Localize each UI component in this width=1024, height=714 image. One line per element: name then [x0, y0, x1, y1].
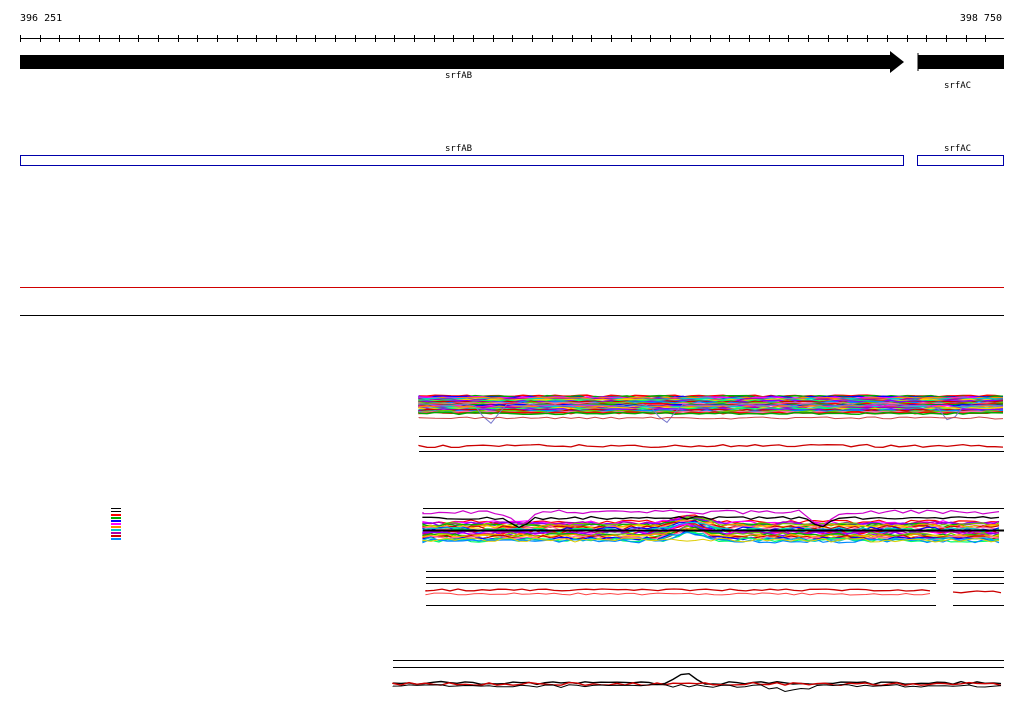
gene-track [20, 51, 1004, 73]
expression-track-3 [425, 571, 1004, 606]
annotation-label-srfab: srfAB [445, 144, 473, 154]
expression-track-4 [392, 660, 1004, 693]
legend-swatch [111, 535, 121, 537]
legend-swatch [111, 517, 121, 519]
legend-swatch [111, 526, 121, 528]
track-line [952, 590, 1002, 594]
legend-swatch [111, 514, 121, 516]
legend-swatch [111, 529, 121, 531]
track-line [425, 588, 931, 592]
legend-swatch [111, 511, 121, 512]
annotation-box-srfab[interactable] [20, 155, 904, 166]
legend-swatch [111, 532, 121, 534]
legend-swatch [111, 538, 121, 540]
track-line [418, 443, 1004, 449]
gene-label-srfac: srfAC [944, 81, 972, 91]
gene-arrow-srfab[interactable] [20, 51, 904, 73]
expression-track-2 [422, 508, 1004, 544]
genome-browser-canvas [20, 35, 1004, 693]
track-line [418, 416, 1004, 420]
annotation-box-srfac[interactable] [917, 155, 1004, 166]
annotation-label-srfac: srfAC [944, 144, 972, 154]
legend-swatch [111, 523, 121, 525]
legend-swatch [111, 520, 121, 522]
gene-label-srfab: srfAB [445, 71, 473, 81]
gene-arrow-srfac[interactable] [918, 55, 1004, 69]
color-legend [111, 508, 121, 540]
track-line [392, 684, 1002, 693]
expression-track-1 [418, 394, 1004, 452]
position-ruler [20, 35, 1004, 42]
track-line [425, 592, 931, 596]
track-line [392, 672, 1002, 686]
annotation-track [20, 155, 1004, 166]
legend-swatch [111, 508, 121, 509]
